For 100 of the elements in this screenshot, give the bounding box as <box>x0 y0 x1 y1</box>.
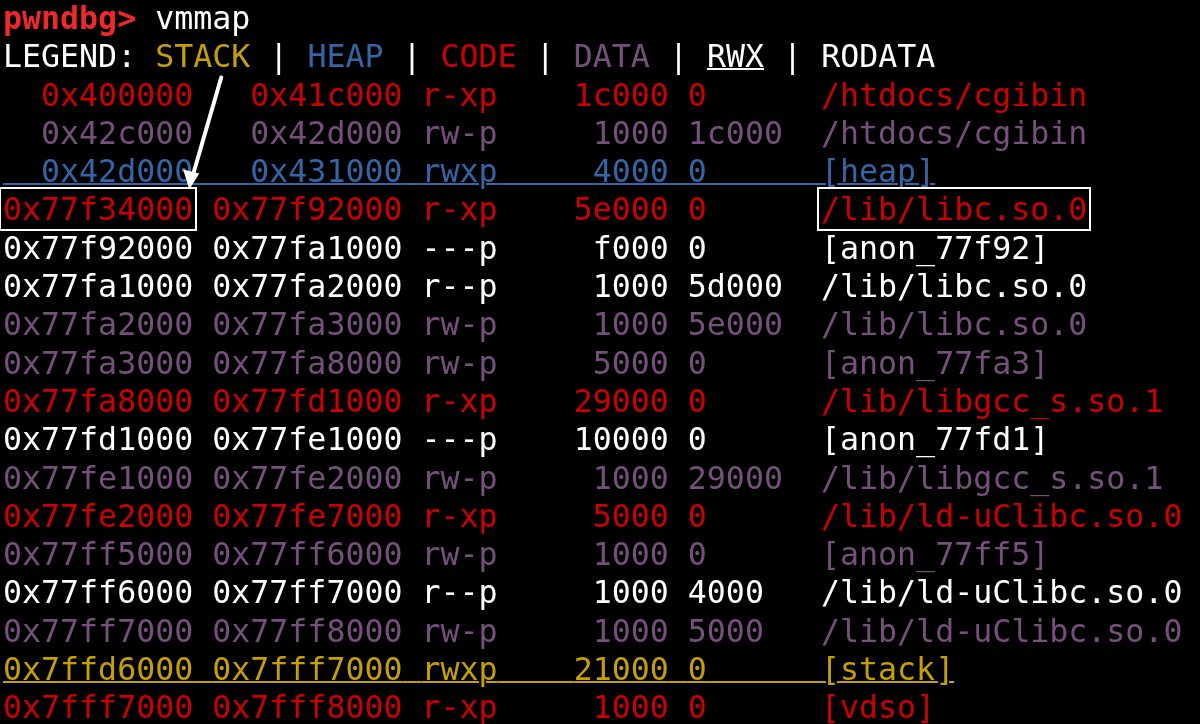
legend-item: HEAP <box>307 38 384 75</box>
end-address: 0x77fa8000 <box>212 344 403 381</box>
object-path: /lib/libc.so.0 <box>821 306 1088 343</box>
end-address: 0x77fa3000 <box>212 306 403 343</box>
prompt: pwndbg> <box>3 0 137 36</box>
separator: | <box>535 38 555 75</box>
command: vmmap <box>155 0 251 36</box>
separator: | <box>783 38 803 75</box>
end-address: 0x42d000 <box>250 114 403 151</box>
size: 1000 <box>592 689 669 724</box>
end-address: 0x41c000 <box>250 76 403 113</box>
start-address: 0x7ffd6000 <box>3 651 194 688</box>
object-path: /htdocs/cgibin <box>821 76 1088 113</box>
permissions: rw-p <box>421 536 498 573</box>
object-path: [anon_77ff5] <box>821 536 1050 573</box>
size: 1000 <box>592 536 669 573</box>
start-address: 0x42d000 <box>41 153 194 190</box>
start-address: 0x77f92000 <box>3 229 194 266</box>
permissions: r-xp <box>421 382 498 419</box>
size: 1000 <box>592 114 669 151</box>
end-address: 0x77fe7000 <box>212 497 403 534</box>
object-path: /lib/libgcc_s.so.1 <box>821 382 1164 419</box>
permissions: rw-p <box>421 344 498 381</box>
offset: 0 <box>687 421 707 458</box>
start-address: 0x77fe1000 <box>3 459 194 496</box>
end-address: 0x77fa2000 <box>212 268 403 305</box>
start-address: 0x77fe2000 <box>3 497 194 534</box>
legend-item: RWX <box>706 38 765 75</box>
object-path: [stack] <box>821 651 955 688</box>
size: 21000 <box>573 651 669 688</box>
object-path: [anon_77fa3] <box>821 344 1050 381</box>
separator: | <box>269 38 289 75</box>
legend-item: RODATA <box>821 38 936 75</box>
offset: 0 <box>687 382 707 419</box>
legend-item: STACK <box>155 38 251 75</box>
offset: 0 <box>687 497 707 534</box>
object-path: [heap] <box>821 153 936 190</box>
permissions: rw-p <box>421 306 498 343</box>
separator: | <box>402 38 422 75</box>
size: 4000 <box>592 153 669 190</box>
offset: 0 <box>687 689 707 724</box>
offset: 5000 <box>687 612 764 649</box>
end-address: 0x7fff8000 <box>212 689 403 724</box>
size: 5000 <box>592 497 669 534</box>
separator: | <box>668 38 688 75</box>
end-address: 0x77fe2000 <box>212 459 403 496</box>
end-address: 0x77f92000 <box>212 191 403 228</box>
size: 1c000 <box>573 76 669 113</box>
offset: 0 <box>687 153 707 190</box>
size: 10000 <box>573 421 669 458</box>
size: 1000 <box>592 612 669 649</box>
offset: 0 <box>687 344 707 381</box>
size: 1000 <box>592 268 669 305</box>
object-path: /htdocs/cgibin <box>821 114 1088 151</box>
permissions: ---p <box>421 421 498 458</box>
permissions: r-xp <box>421 689 498 724</box>
start-address: 0x77fa3000 <box>3 344 194 381</box>
offset: 29000 <box>687 459 783 496</box>
offset: 0 <box>687 651 707 688</box>
start-address: 0x77fd1000 <box>3 421 194 458</box>
start-address: 0x77fa8000 <box>3 382 194 419</box>
start-address: 0x77ff7000 <box>3 612 194 649</box>
end-address: 0x77fd1000 <box>212 382 403 419</box>
offset: 0 <box>687 229 707 266</box>
offset: 4000 <box>687 574 764 611</box>
permissions: rw-p <box>421 114 498 151</box>
offset: 0 <box>687 76 707 113</box>
permissions: rwxp <box>421 651 498 688</box>
start-address: 0x77fa1000 <box>3 268 194 305</box>
permissions: r-xp <box>421 191 498 228</box>
permissions: r-xp <box>421 497 498 534</box>
end-address: 0x77ff7000 <box>212 574 403 611</box>
size: 29000 <box>573 382 669 419</box>
offset: 0 <box>687 191 707 228</box>
permissions: rw-p <box>421 459 498 496</box>
end-address: 0x431000 <box>250 153 403 190</box>
legend-item: DATA <box>573 38 650 75</box>
start-address: 0x42c000 <box>41 114 194 151</box>
offset: 1c000 <box>687 114 783 151</box>
offset: 5d000 <box>687 268 783 305</box>
permissions: r-xp <box>421 76 498 113</box>
object-path: [anon_77fd1] <box>821 421 1050 458</box>
object-path: /lib/libgcc_s.so.1 <box>821 459 1164 496</box>
size: 5e000 <box>573 191 669 228</box>
start-address: 0x77ff6000 <box>3 574 194 611</box>
legend-item: CODE <box>440 38 517 75</box>
permissions: r--p <box>421 574 498 611</box>
legend-label: LEGEND: <box>3 38 137 75</box>
object-path: /lib/libc.so.0 <box>821 268 1088 305</box>
permissions: ---p <box>421 229 498 266</box>
size: f000 <box>592 229 669 266</box>
permissions: rw-p <box>421 612 498 649</box>
object-path: /lib/ld-uClibc.so.0 <box>821 497 1183 534</box>
start-address: 0x77ff5000 <box>3 536 194 573</box>
start-address: 0x400000 <box>41 76 194 113</box>
object-path: /lib/ld-uClibc.so.0 <box>821 612 1183 649</box>
offset: 0 <box>687 536 707 573</box>
end-address: 0x77fa1000 <box>212 229 403 266</box>
size: 1000 <box>592 306 669 343</box>
end-address: 0x7fff7000 <box>212 651 403 688</box>
